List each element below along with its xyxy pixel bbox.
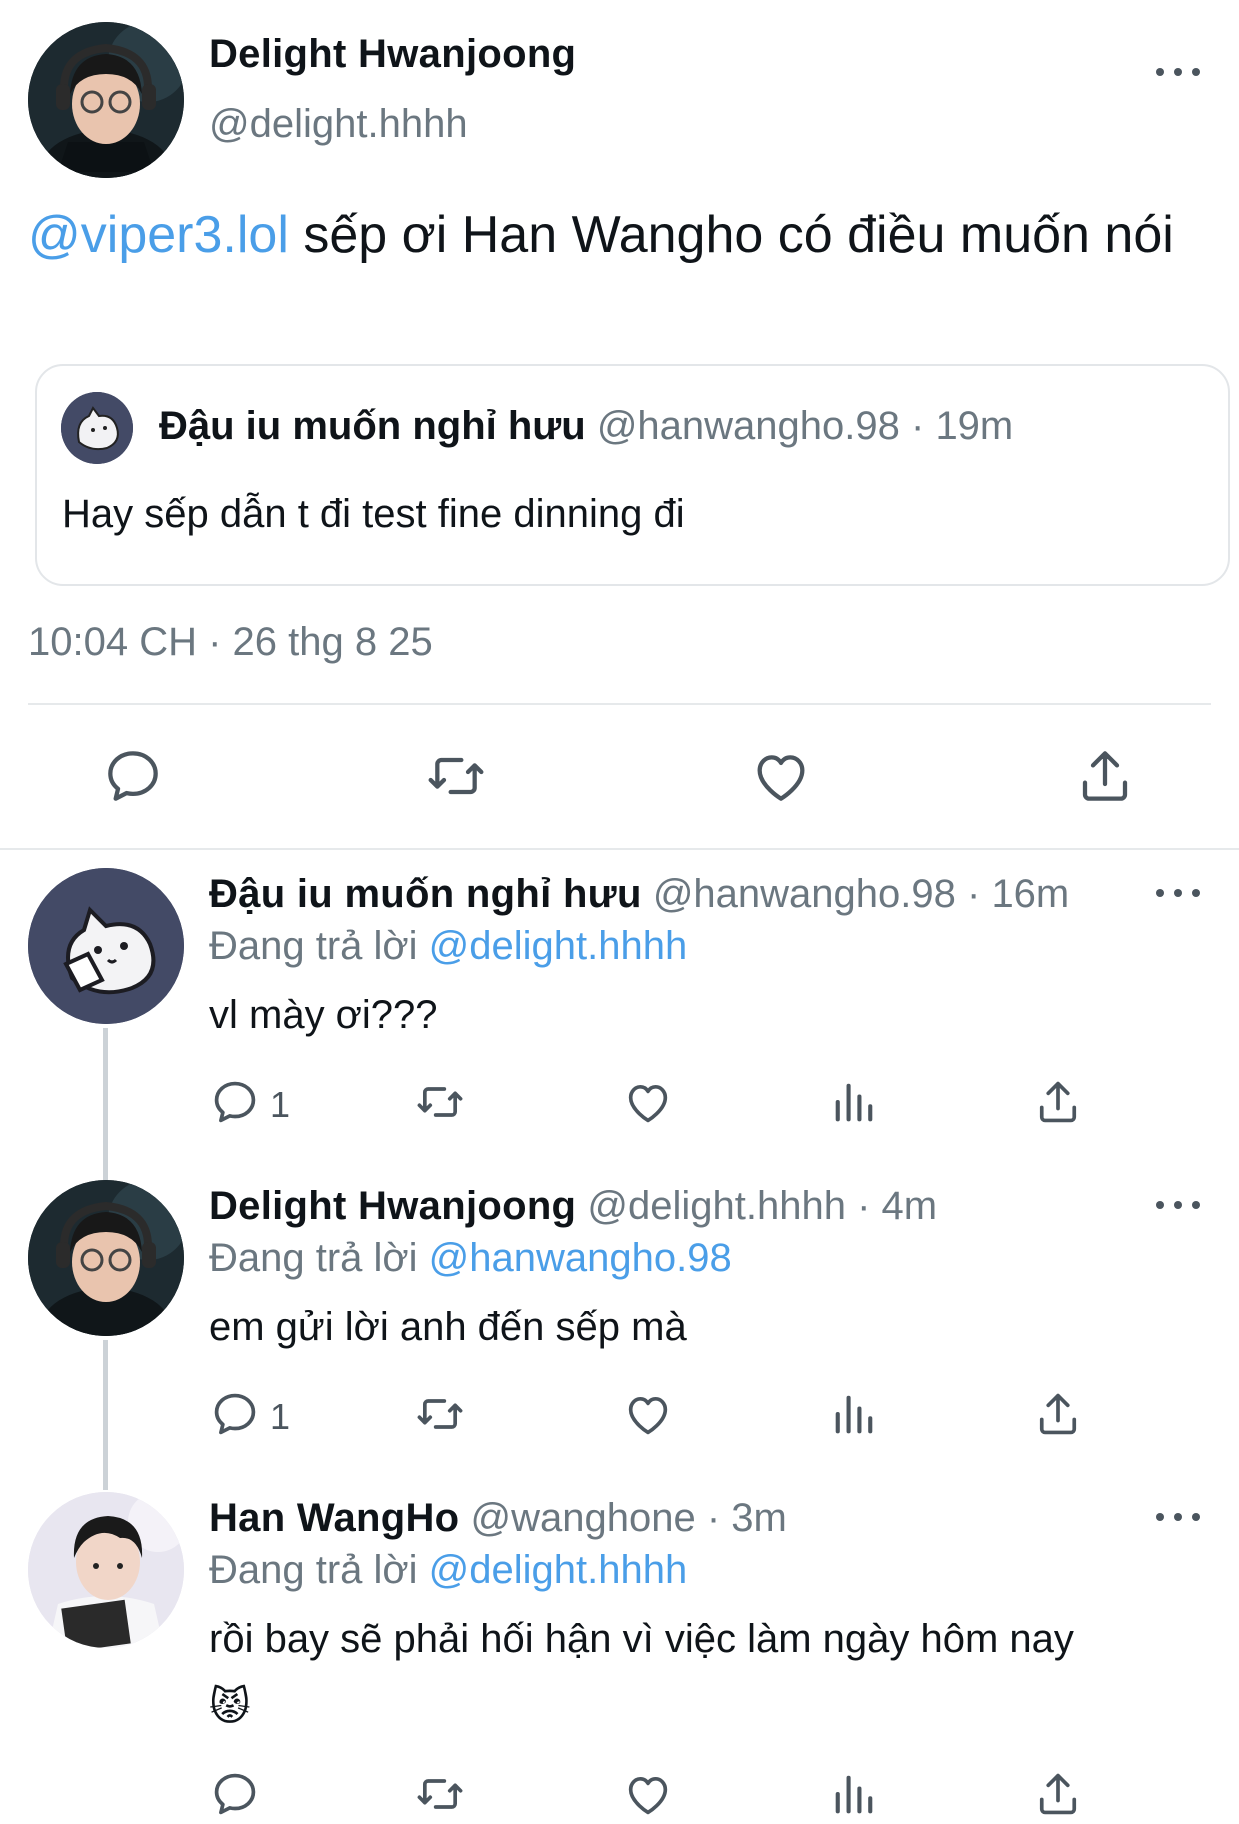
- like-icon[interactable]: [622, 1768, 674, 1820]
- reply-author-handle[interactable]: @delight.hhhh: [587, 1184, 846, 1228]
- more-options-icon[interactable]: [1156, 1195, 1200, 1215]
- tweet-text: @viper3.lol sếp ơi Han Wangho có điều mu…: [28, 200, 1208, 270]
- thread-line: [103, 1340, 108, 1490]
- reply-icon[interactable]: [209, 1388, 261, 1440]
- quote-text: Hay sếp dẫn t đi test fine dinning đi: [62, 492, 685, 536]
- cat-avatar-icon: [28, 868, 184, 1024]
- share-icon[interactable]: [1032, 1076, 1084, 1128]
- reply-author-avatar[interactable]: [28, 1492, 184, 1648]
- reply-author-name[interactable]: Delight Hwanjoong: [209, 1184, 576, 1228]
- more-options-icon[interactable]: [1156, 883, 1200, 903]
- main-author-avatar[interactable]: [28, 22, 184, 178]
- reply-count: 1: [270, 1084, 291, 1125]
- like-icon[interactable]: [622, 1388, 674, 1440]
- retweet-icon[interactable]: [414, 1768, 466, 1820]
- reply-author-avatar[interactable]: [28, 1180, 184, 1336]
- replying-to-line: Đang trả lời @hanwangho.98: [209, 1236, 732, 1281]
- reply-icon[interactable]: [209, 1076, 261, 1128]
- quote-header: Đậu iu muốn nghỉ hưu @hanwangho.98 · 19m: [159, 404, 1013, 449]
- reply-count: 1: [270, 1396, 291, 1437]
- reply-author-handle[interactable]: @hanwangho.98: [653, 872, 956, 916]
- person-avatar-icon: [28, 1180, 184, 1336]
- pouting-cat-emoji: 😾: [209, 1685, 251, 1729]
- reply-header: Đậu iu muốn nghỉ hưu @hanwangho.98 · 16m: [209, 872, 1069, 917]
- retweet-icon[interactable]: [414, 1076, 466, 1128]
- reply-author-handle[interactable]: @wanghone: [471, 1496, 696, 1540]
- like-icon[interactable]: [622, 1076, 674, 1128]
- divider: [0, 848, 1239, 850]
- retweet-icon[interactable]: [414, 1388, 466, 1440]
- mention-link[interactable]: @viper3.lol: [28, 206, 289, 264]
- tweet-body: sếp ơi Han Wangho có điều muốn nói: [288, 206, 1174, 264]
- like-icon[interactable]: [749, 744, 813, 808]
- reply-text: vl mày ơi???: [209, 993, 438, 1037]
- views-icon[interactable]: [828, 1076, 880, 1128]
- quoted-tweet[interactable]: Đậu iu muốn nghỉ hưu @hanwangho.98 · 19m…: [35, 364, 1230, 586]
- replying-to-link[interactable]: @delight.hhhh: [429, 924, 688, 968]
- replying-label: Đang trả lời: [209, 1236, 429, 1280]
- reply-header: Delight Hwanjoong @delight.hhhh · 4m: [209, 1184, 937, 1229]
- reply-time: · 16m: [955, 872, 1070, 916]
- divider: [28, 703, 1211, 705]
- tweet-timestamp[interactable]: 10:04 CH · 26 thg 8 25: [28, 620, 433, 665]
- reply-text: rồi bay sẽ phải hối hận vì việc làm ngày…: [209, 1617, 1074, 1661]
- person-avatar-icon: [28, 22, 184, 178]
- replying-to-link[interactable]: @delight.hhhh: [429, 1548, 688, 1592]
- retweet-icon[interactable]: [424, 744, 488, 808]
- more-options-icon[interactable]: [1156, 62, 1200, 82]
- replying-to-line: Đang trả lời @delight.hhhh: [209, 924, 687, 969]
- reply-time: · 4m: [846, 1184, 938, 1228]
- reply-author-avatar[interactable]: [28, 868, 184, 1024]
- reply-text: em gửi lời anh đến sếp mà: [209, 1305, 687, 1349]
- reply-author-name[interactable]: Han WangHo: [209, 1496, 459, 1540]
- reply-time: · 3m: [695, 1496, 787, 1540]
- reply-header: Han WangHo @wanghone · 3m: [209, 1496, 787, 1541]
- replying-to-line: Đang trả lời @delight.hhhh: [209, 1548, 687, 1593]
- reply-author-name[interactable]: Đậu iu muốn nghỉ hưu: [209, 872, 642, 916]
- main-author-handle[interactable]: @delight.hhhh: [209, 102, 468, 147]
- quote-author-avatar: [61, 392, 133, 464]
- quote-time: · 19m: [899, 404, 1014, 448]
- more-options-icon[interactable]: [1156, 1507, 1200, 1527]
- replying-label: Đang trả lời: [209, 924, 429, 968]
- replying-to-link[interactable]: @hanwangho.98: [429, 1236, 732, 1280]
- replying-label: Đang trả lời: [209, 1548, 429, 1592]
- person-avatar-icon: [28, 1492, 184, 1648]
- quote-author-handle[interactable]: @hanwangho.98: [597, 404, 900, 448]
- reply-icon[interactable]: [209, 1768, 261, 1820]
- quote-author-name[interactable]: Đậu iu muốn nghỉ hưu: [159, 404, 586, 448]
- views-icon[interactable]: [828, 1388, 880, 1440]
- share-icon[interactable]: [1073, 744, 1137, 808]
- thread-line: [103, 1028, 108, 1180]
- views-icon[interactable]: [828, 1768, 880, 1820]
- share-icon[interactable]: [1032, 1768, 1084, 1820]
- cat-avatar-icon: [61, 392, 133, 464]
- main-author-name[interactable]: Delight Hwanjoong: [209, 32, 576, 77]
- reply-icon[interactable]: [101, 744, 165, 808]
- share-icon[interactable]: [1032, 1388, 1084, 1440]
